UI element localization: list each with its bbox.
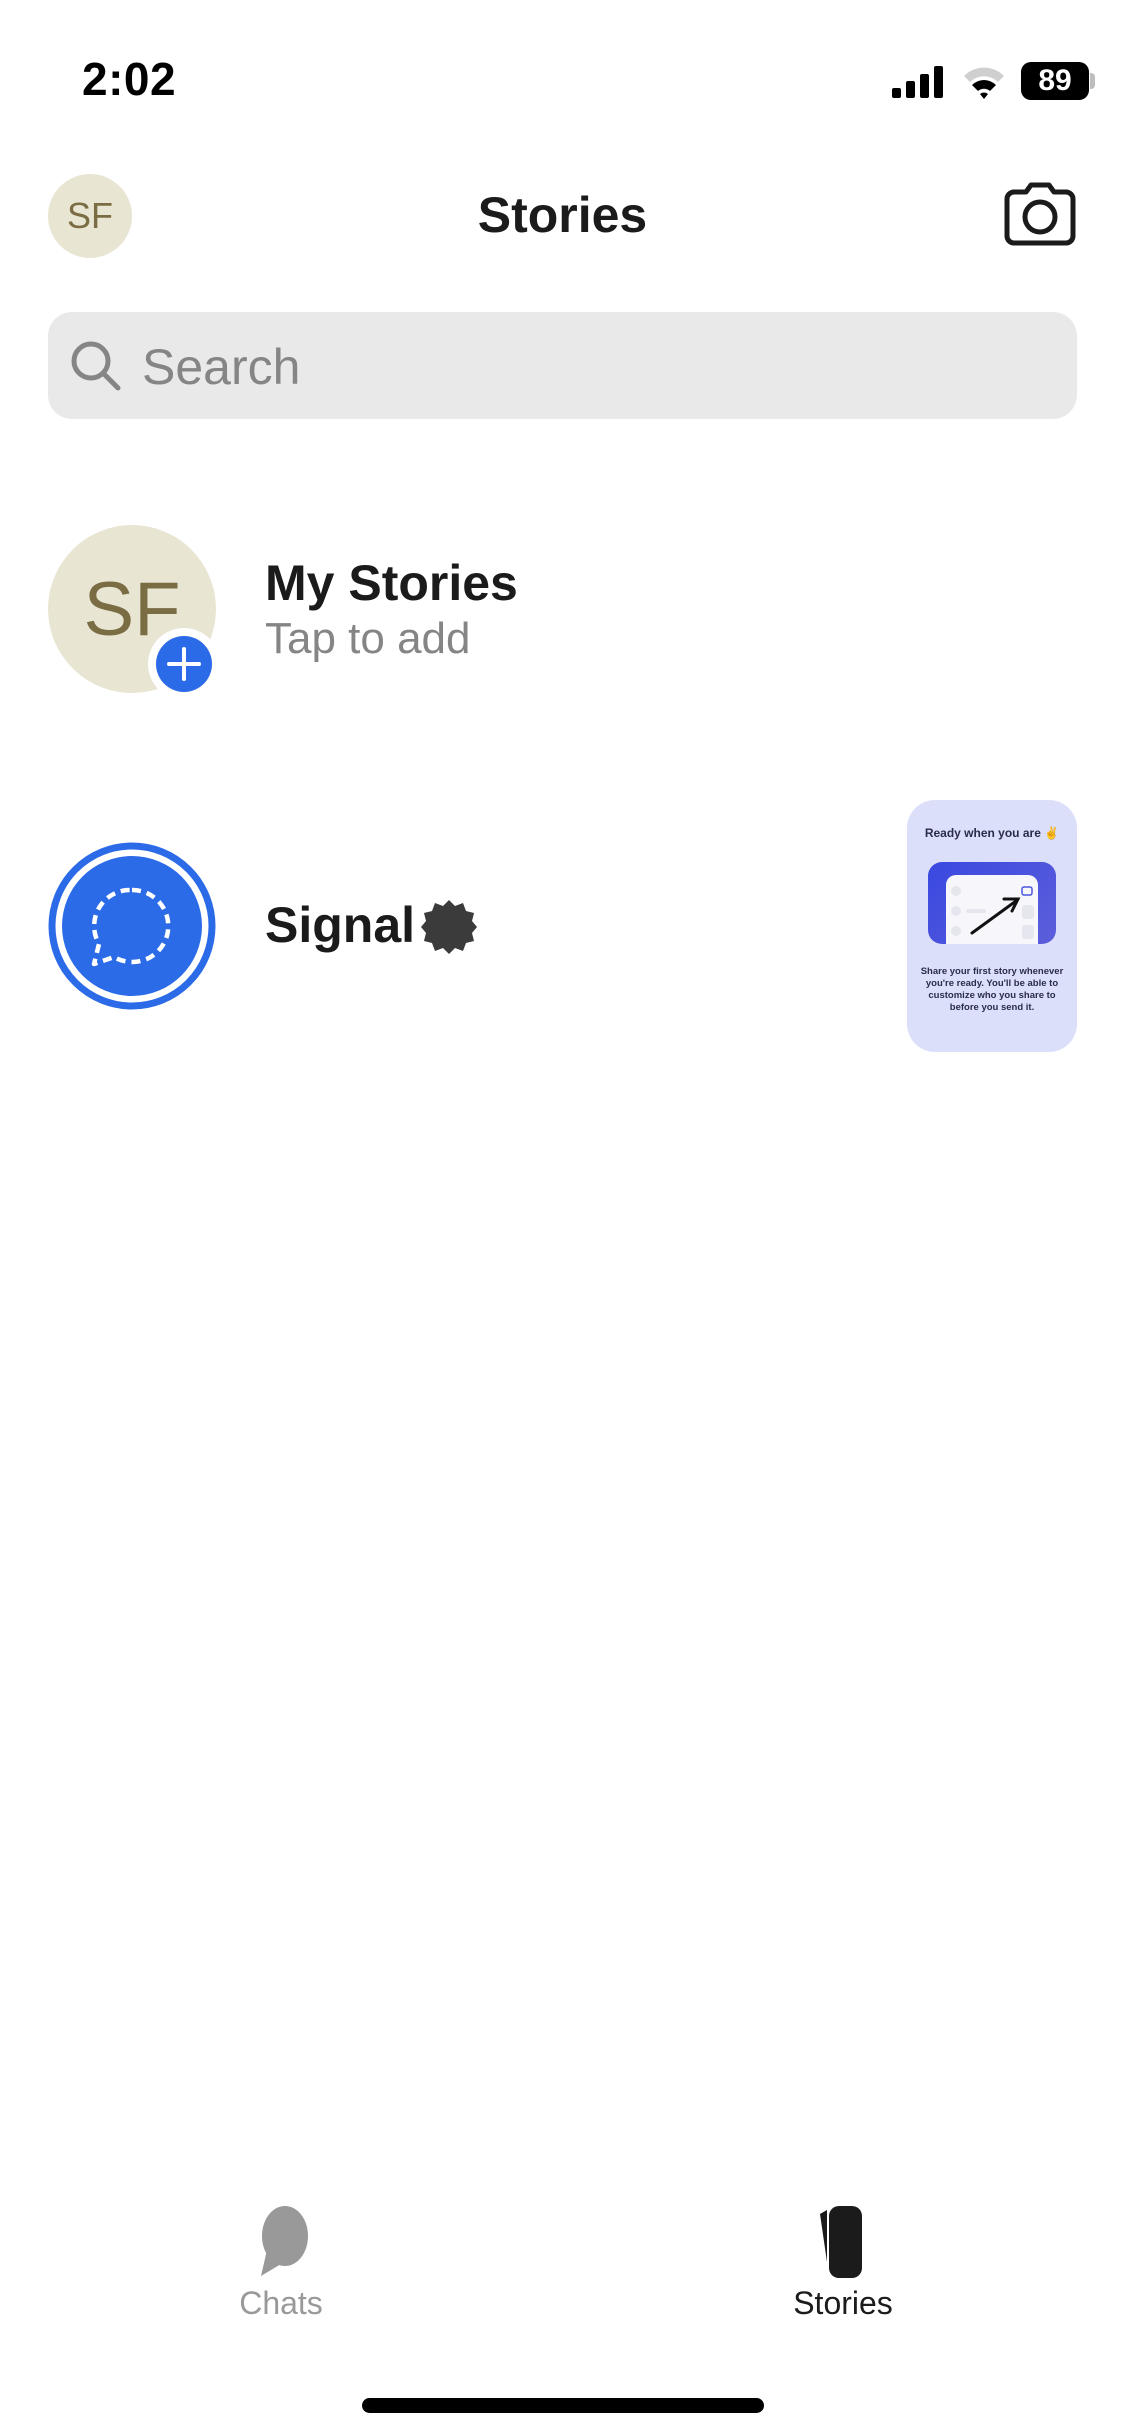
- verified-badge-icon: [421, 900, 477, 954]
- tab-chats[interactable]: Chats: [181, 2200, 381, 2322]
- search-bar[interactable]: [48, 312, 1077, 421]
- plus-icon: [156, 636, 212, 692]
- camera-icon[interactable]: [1004, 182, 1076, 246]
- thumbnail-body: Share your first story whenever you're r…: [920, 966, 1064, 1013]
- tab-stories[interactable]: Stories: [743, 2200, 943, 2322]
- battery-icon: 89: [1021, 62, 1089, 100]
- my-stories-subtitle: Tap to add: [265, 614, 471, 663]
- story-thumbnail[interactable]: Ready when you are ✌ Share your first st…: [907, 800, 1077, 1052]
- cellular-signal-icon: [892, 66, 943, 98]
- my-stories-title: My Stories: [265, 555, 518, 611]
- add-story-button[interactable]: [148, 628, 220, 700]
- chat-bubble-icon: [261, 2206, 308, 2276]
- search-icon: [71, 341, 121, 391]
- thumbnail-title: Ready when you are ✌: [924, 826, 1060, 840]
- battery-cap: [1090, 73, 1095, 89]
- home-indicator: [362, 2398, 764, 2413]
- tab-chats-label: Chats: [239, 2285, 323, 2321]
- page-title: Stories: [477, 187, 648, 243]
- wifi-icon: [964, 67, 1004, 99]
- tab-stories-label: Stories: [793, 2285, 893, 2321]
- search-input[interactable]: [140, 312, 1044, 421]
- signal-avatar[interactable]: [48, 842, 216, 1010]
- status-time: 2:02: [82, 53, 177, 105]
- stories-icon: [820, 2206, 862, 2278]
- signal-story-title: Signal: [265, 897, 416, 953]
- thumbnail-illustration: [928, 862, 1056, 944]
- thumbnail-phone-screen: [946, 875, 1038, 944]
